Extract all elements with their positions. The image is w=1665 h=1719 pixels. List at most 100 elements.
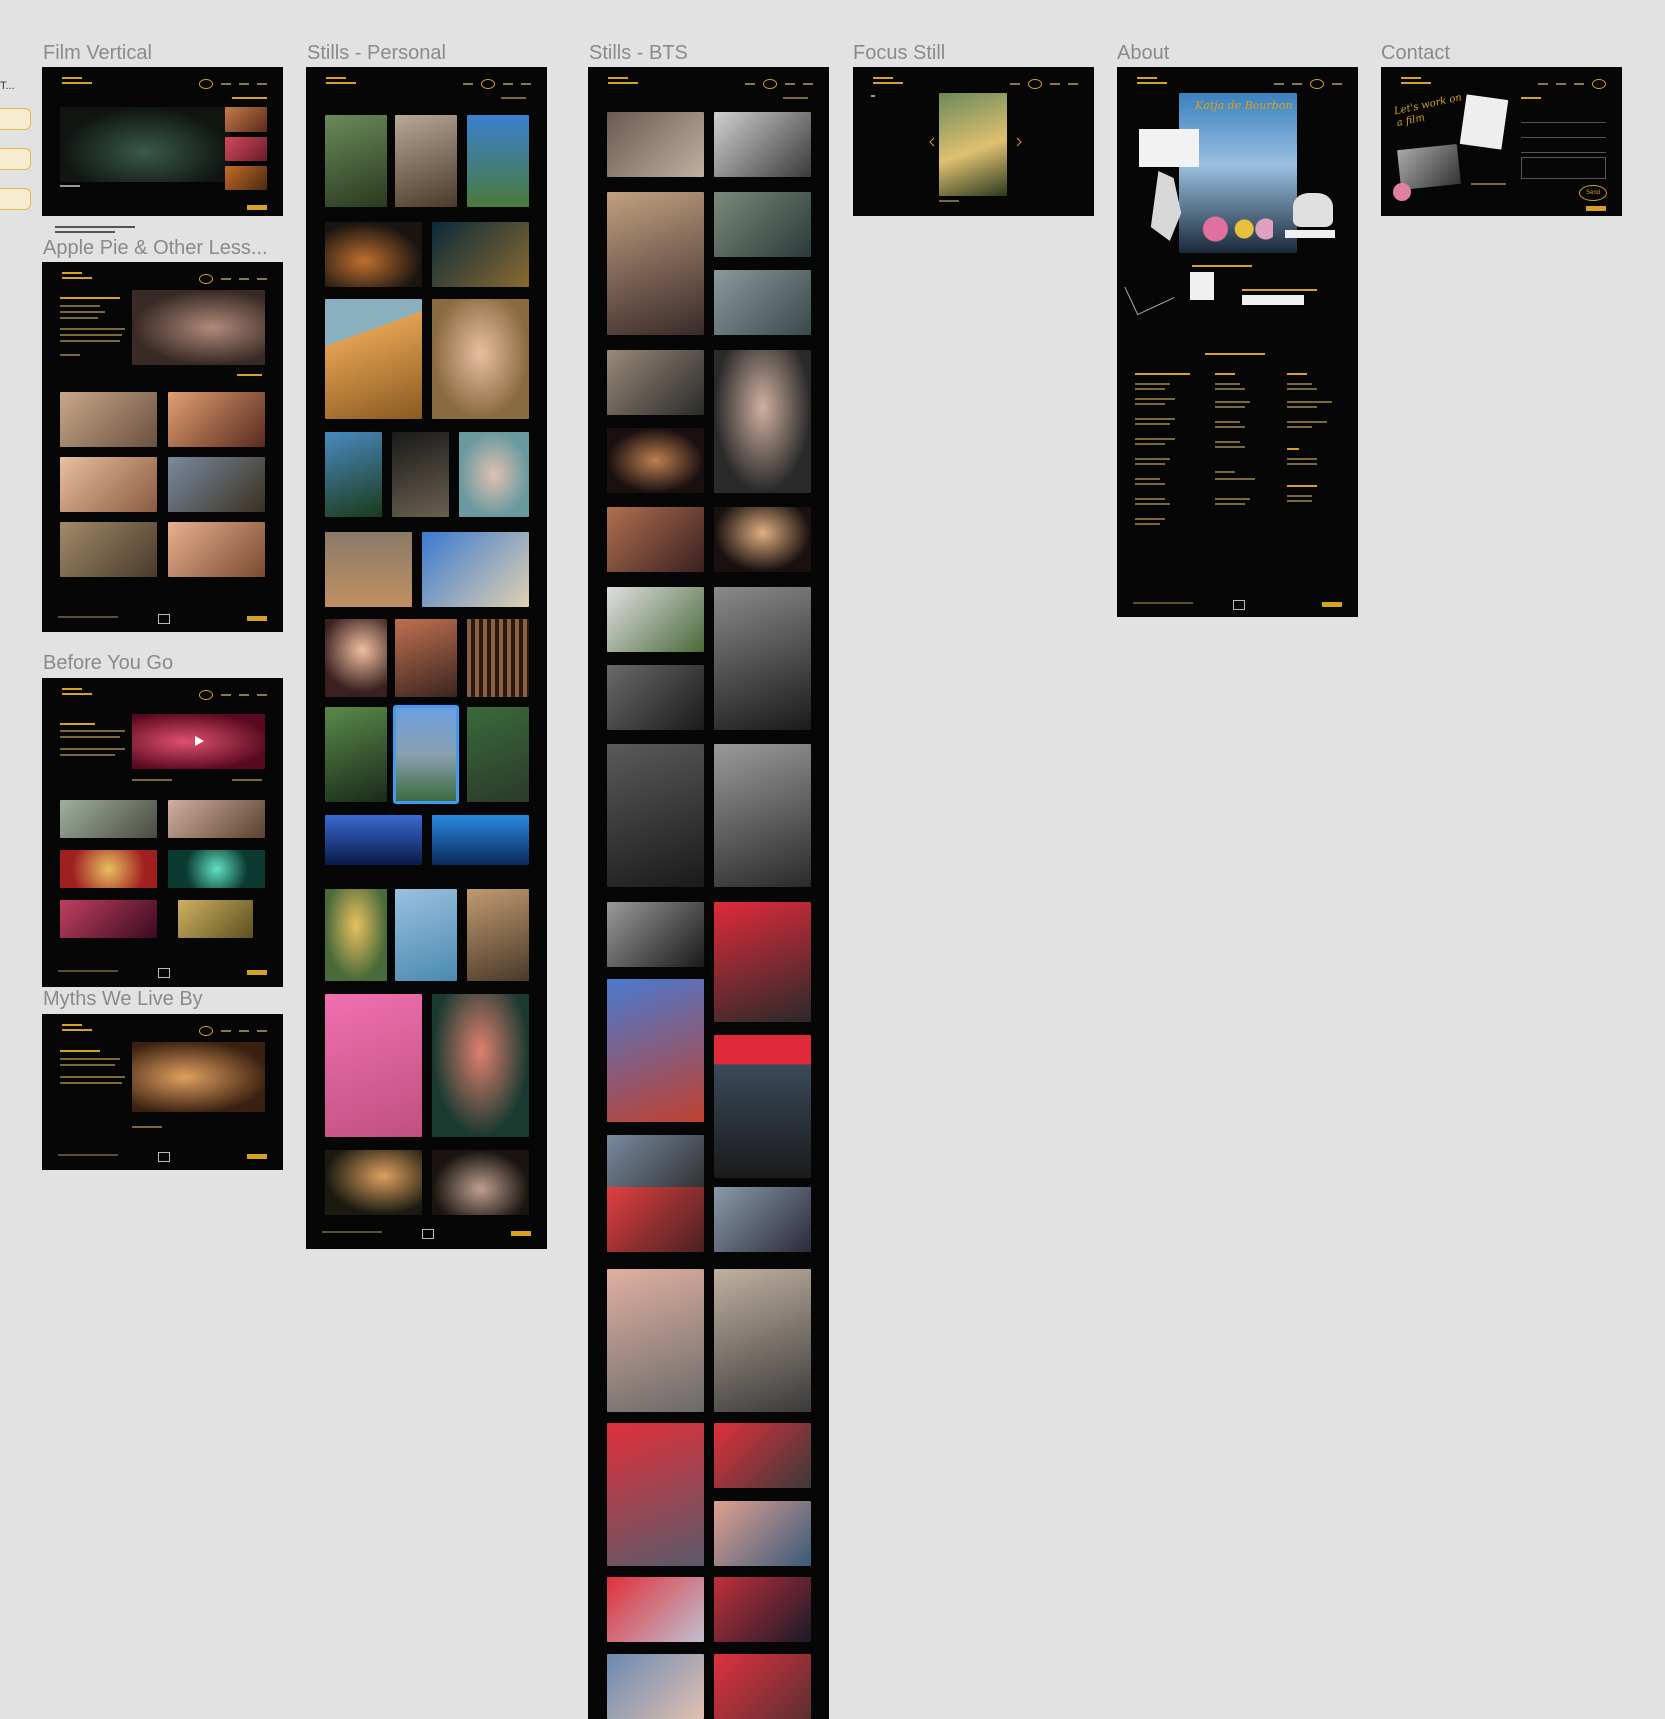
still-image[interactable]	[325, 432, 382, 517]
still-image[interactable]	[168, 522, 265, 577]
site-logo[interactable]	[1401, 77, 1435, 91]
still-image[interactable]	[432, 815, 529, 865]
still-image[interactable]	[395, 889, 457, 981]
thumbnail[interactable]	[225, 107, 267, 132]
frame-label-stills-personal[interactable]: Stills - Personal	[307, 42, 446, 65]
still-image[interactable]	[60, 800, 157, 838]
still-image[interactable]	[325, 115, 387, 207]
still-image[interactable]	[714, 1269, 811, 1412]
still-image[interactable]	[714, 1501, 811, 1566]
frame-contact[interactable]: Let's work on a film Send	[1381, 67, 1622, 216]
still-image[interactable]	[325, 889, 387, 981]
contact-form-field[interactable]	[1521, 127, 1606, 138]
thumbnail[interactable]	[225, 166, 267, 190]
frame-film-vertical[interactable]	[42, 67, 283, 216]
frame-label-before-you-go[interactable]: Before You Go	[43, 652, 173, 675]
frame-label-contact[interactable]: Contact	[1381, 42, 1450, 65]
site-nav[interactable]	[1010, 79, 1078, 89]
still-image[interactable]	[432, 299, 529, 419]
frame-label-stills-bts[interactable]: Stills - BTS	[589, 42, 688, 65]
still-image[interactable]	[60, 392, 157, 447]
still-image[interactable]	[714, 1423, 811, 1488]
still-image[interactable]	[178, 900, 253, 938]
still-image[interactable]	[325, 994, 422, 1137]
still-image[interactable]	[467, 889, 529, 981]
site-nav[interactable]	[1538, 79, 1606, 89]
still-image[interactable]	[325, 532, 412, 607]
still-image[interactable]	[467, 707, 529, 802]
frame-focus-still[interactable]	[853, 67, 1094, 216]
contact-send-button[interactable]: Send	[1579, 185, 1607, 201]
contact-form-message[interactable]	[1521, 157, 1606, 179]
still-image[interactable]	[607, 1577, 704, 1642]
still-image[interactable]	[325, 1150, 422, 1215]
still-image-selected[interactable]	[393, 705, 459, 804]
still-image[interactable]	[432, 222, 529, 287]
sidebar-tag[interactable]	[0, 188, 31, 210]
still-image[interactable]	[714, 902, 811, 1022]
still-image[interactable]	[325, 707, 387, 802]
site-nav[interactable]	[199, 274, 267, 284]
video-still[interactable]	[60, 107, 230, 182]
still-image[interactable]	[607, 350, 704, 415]
still-image[interactable]	[714, 1035, 811, 1178]
site-logo[interactable]	[62, 77, 96, 91]
still-image[interactable]	[607, 665, 704, 730]
still-image[interactable]	[714, 507, 811, 572]
contact-form-field[interactable]	[1521, 142, 1606, 153]
video-still[interactable]	[132, 290, 265, 365]
still-image[interactable]	[607, 507, 704, 572]
site-nav[interactable]	[199, 79, 267, 89]
still-image[interactable]	[168, 392, 265, 447]
still-image[interactable]	[325, 815, 422, 865]
still-image[interactable]	[325, 619, 387, 697]
site-logo[interactable]	[1137, 77, 1171, 91]
still-image[interactable]	[607, 979, 704, 1122]
still-image[interactable]	[607, 902, 704, 967]
site-logo[interactable]	[62, 272, 96, 286]
still-image[interactable]	[714, 112, 811, 177]
still-image[interactable]	[459, 432, 529, 517]
frame-apple-pie[interactable]	[42, 262, 283, 632]
still-image[interactable]	[395, 115, 457, 207]
still-image[interactable]	[168, 850, 265, 888]
site-nav[interactable]	[1274, 79, 1342, 89]
still-image[interactable]	[432, 1150, 529, 1215]
site-logo[interactable]	[62, 688, 96, 702]
still-image[interactable]	[607, 1187, 704, 1252]
still-image[interactable]	[467, 619, 529, 697]
thumbnail[interactable]	[225, 137, 267, 161]
site-nav[interactable]	[199, 1026, 267, 1036]
frame-myths[interactable]	[42, 1014, 283, 1170]
site-nav[interactable]	[199, 690, 267, 700]
still-image[interactable]	[325, 222, 422, 287]
still-image[interactable]	[714, 587, 811, 730]
site-logo[interactable]	[873, 77, 907, 91]
still-image[interactable]	[607, 1654, 704, 1719]
frame-stills-personal[interactable]	[306, 67, 547, 1249]
frame-before-you-go[interactable]	[42, 678, 283, 987]
frame-about[interactable]: Katja de Bourbon	[1117, 67, 1358, 617]
still-image[interactable]	[168, 457, 265, 512]
still-image[interactable]	[714, 350, 811, 493]
still-image[interactable]	[607, 744, 704, 887]
still-image[interactable]	[422, 532, 529, 607]
video-player[interactable]	[132, 714, 265, 769]
contact-form-field[interactable]	[1521, 112, 1606, 123]
site-logo[interactable]	[608, 77, 642, 91]
chevron-left-icon[interactable]	[928, 137, 936, 147]
site-nav[interactable]	[745, 79, 813, 89]
still-image[interactable]	[60, 900, 157, 938]
still-image[interactable]	[714, 192, 811, 257]
site-logo[interactable]	[326, 77, 360, 91]
still-image[interactable]	[60, 522, 157, 577]
frame-label-apple-pie[interactable]: Apple Pie & Other Less...	[43, 237, 268, 260]
still-image[interactable]	[168, 800, 265, 838]
still-image[interactable]	[607, 1269, 704, 1412]
still-image[interactable]	[714, 1654, 811, 1719]
frame-label-about[interactable]: About	[1117, 42, 1169, 65]
site-nav[interactable]	[463, 79, 531, 89]
sidebar-tag[interactable]	[0, 108, 31, 130]
still-image[interactable]	[714, 744, 811, 887]
play-icon[interactable]	[192, 734, 206, 748]
